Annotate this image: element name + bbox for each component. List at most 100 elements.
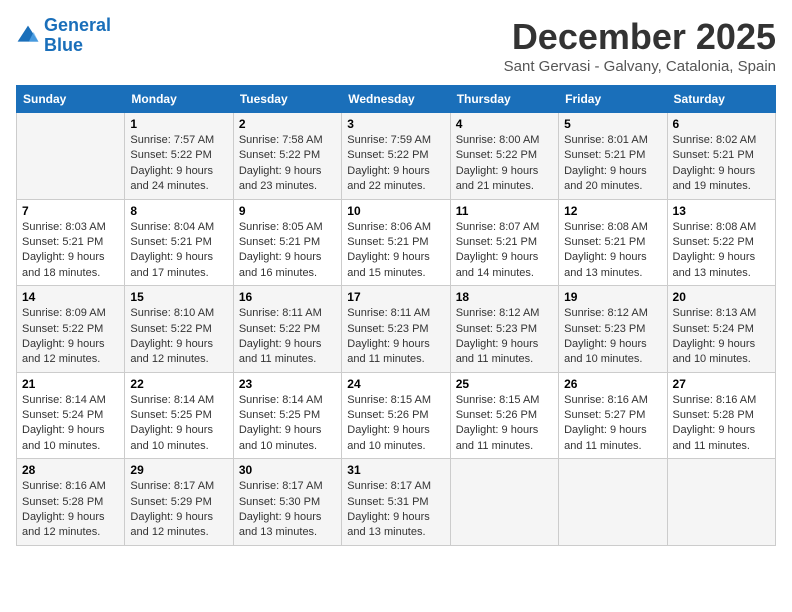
calendar-cell: 21Sunrise: 8:14 AM Sunset: 5:24 PM Dayli… (17, 372, 125, 459)
calendar-cell: 5Sunrise: 8:01 AM Sunset: 5:21 PM Daylig… (559, 113, 667, 200)
calendar-cell: 28Sunrise: 8:16 AM Sunset: 5:28 PM Dayli… (17, 459, 125, 546)
calendar-cell: 27 Sunrise: 8:16 AM Sunset: 5:28 PM Dayli… (667, 372, 775, 459)
day-info: Sunrise: 8:12 AM Sunset: 5:23 PM Dayligh… (564, 306, 661, 368)
calendar-cell: 29 Sunrise: 8:17 AM Sunset: 5:29 PM Dayli… (125, 459, 233, 546)
day-info: Sunrise: 8:17 AM Sunset: 5:30 PM Dayligh… (239, 479, 336, 541)
calendar-header-row: SundayMondayTuesdayWednesdayThursdayFrid… (17, 86, 776, 113)
calendar-cell (17, 113, 125, 200)
day-number: 19 (564, 290, 661, 304)
header: General Blue December 2025 Sant Gervasi … (16, 16, 776, 75)
day-info: Sunrise: 8:05 AM Sunset: 5:21 PM Dayligh… (239, 220, 336, 282)
day-info: Sunrise: 8:11 AM Sunset: 5:23 PM Dayligh… (347, 306, 444, 368)
day-info: Sunrise: 8:11 AM Sunset: 5:22 PM Dayligh… (239, 306, 336, 368)
day-info: Sunrise: 7:57 AM Sunset: 5:22 PM Dayligh… (130, 133, 227, 195)
column-header-monday: Monday (125, 86, 233, 113)
logo: General Blue (16, 16, 111, 56)
calendar-cell: 2 Sunrise: 7:58 AM Sunset: 5:22 PM Daylig… (233, 113, 341, 200)
calendar-cell: 8 Sunrise: 8:04 AM Sunset: 5:21 PM Daylig… (125, 199, 233, 286)
calendar-cell: 13Sunrise: 8:08 AM Sunset: 5:22 PM Dayli… (667, 199, 775, 286)
day-number: 2 (239, 117, 336, 131)
day-number: 24 (347, 377, 444, 391)
day-info: Sunrise: 8:15 AM Sunset: 5:26 PM Dayligh… (347, 393, 444, 455)
day-number: 1 (130, 117, 227, 131)
calendar-week-5: 28Sunrise: 8:16 AM Sunset: 5:28 PM Dayli… (17, 459, 776, 546)
day-info: Sunrise: 8:14 AM Sunset: 5:25 PM Dayligh… (239, 393, 336, 455)
month-title: December 2025 (504, 16, 776, 58)
day-info: Sunrise: 8:17 AM Sunset: 5:29 PM Dayligh… (130, 479, 227, 541)
day-info: Sunrise: 8:03 AM Sunset: 5:21 PM Dayligh… (22, 220, 119, 282)
day-number: 17 (347, 290, 444, 304)
day-number: 9 (239, 204, 336, 218)
day-number: 15 (130, 290, 227, 304)
column-header-friday: Friday (559, 86, 667, 113)
day-info: Sunrise: 8:08 AM Sunset: 5:21 PM Dayligh… (564, 220, 661, 282)
calendar-cell: 4 Sunrise: 8:00 AM Sunset: 5:22 PM Daylig… (450, 113, 558, 200)
day-number: 22 (130, 377, 227, 391)
calendar-week-4: 21Sunrise: 8:14 AM Sunset: 5:24 PM Dayli… (17, 372, 776, 459)
day-number: 12 (564, 204, 661, 218)
calendar-cell: 15 Sunrise: 8:10 AM Sunset: 5:22 PM Dayli… (125, 286, 233, 373)
day-info: Sunrise: 8:00 AM Sunset: 5:22 PM Dayligh… (456, 133, 553, 195)
calendar-cell: 22 Sunrise: 8:14 AM Sunset: 5:25 PM Dayli… (125, 372, 233, 459)
calendar-cell: 9 Sunrise: 8:05 AM Sunset: 5:21 PM Daylig… (233, 199, 341, 286)
calendar-cell (450, 459, 558, 546)
calendar-cell: 23Sunrise: 8:14 AM Sunset: 5:25 PM Dayli… (233, 372, 341, 459)
day-number: 20 (673, 290, 770, 304)
calendar-cell: 6 Sunrise: 8:02 AM Sunset: 5:21 PM Daylig… (667, 113, 775, 200)
calendar-cell: 3Sunrise: 7:59 AM Sunset: 5:22 PM Daylig… (342, 113, 450, 200)
logo-line1: General (44, 15, 111, 35)
column-header-tuesday: Tuesday (233, 86, 341, 113)
calendar-cell: 1 Sunrise: 7:57 AM Sunset: 5:22 PM Daylig… (125, 113, 233, 200)
day-info: Sunrise: 8:16 AM Sunset: 5:27 PM Dayligh… (564, 393, 661, 455)
day-info: Sunrise: 8:10 AM Sunset: 5:22 PM Dayligh… (130, 306, 227, 368)
day-number: 10 (347, 204, 444, 218)
calendar-week-1: 1 Sunrise: 7:57 AM Sunset: 5:22 PM Daylig… (17, 113, 776, 200)
day-info: Sunrise: 8:16 AM Sunset: 5:28 PM Dayligh… (673, 393, 770, 455)
calendar-cell: 16 Sunrise: 8:11 AM Sunset: 5:22 PM Dayli… (233, 286, 341, 373)
title-area: December 2025 Sant Gervasi - Galvany, Ca… (504, 16, 776, 75)
calendar-cell: 14Sunrise: 8:09 AM Sunset: 5:22 PM Dayli… (17, 286, 125, 373)
day-number: 16 (239, 290, 336, 304)
calendar-cell: 24 Sunrise: 8:15 AM Sunset: 5:26 PM Dayli… (342, 372, 450, 459)
day-number: 7 (22, 204, 119, 218)
day-number: 6 (673, 117, 770, 131)
day-info: Sunrise: 8:02 AM Sunset: 5:21 PM Dayligh… (673, 133, 770, 195)
day-info: Sunrise: 8:17 AM Sunset: 5:31 PM Dayligh… (347, 479, 444, 541)
day-number: 18 (456, 290, 553, 304)
calendar-cell: 7 Sunrise: 8:03 AM Sunset: 5:21 PM Daylig… (17, 199, 125, 286)
day-number: 25 (456, 377, 553, 391)
calendar-cell: 26Sunrise: 8:16 AM Sunset: 5:27 PM Dayli… (559, 372, 667, 459)
calendar-week-3: 14Sunrise: 8:09 AM Sunset: 5:22 PM Dayli… (17, 286, 776, 373)
day-number: 27 (673, 377, 770, 391)
day-info: Sunrise: 8:08 AM Sunset: 5:22 PM Dayligh… (673, 220, 770, 282)
day-info: Sunrise: 8:06 AM Sunset: 5:21 PM Dayligh… (347, 220, 444, 282)
day-number: 4 (456, 117, 553, 131)
column-header-wednesday: Wednesday (342, 86, 450, 113)
calendar-cell (559, 459, 667, 546)
calendar-cell: 31Sunrise: 8:17 AM Sunset: 5:31 PM Dayli… (342, 459, 450, 546)
day-info: Sunrise: 8:04 AM Sunset: 5:21 PM Dayligh… (130, 220, 227, 282)
day-number: 21 (22, 377, 119, 391)
calendar-cell: 30 Sunrise: 8:17 AM Sunset: 5:30 PM Dayli… (233, 459, 341, 546)
calendar-table: SundayMondayTuesdayWednesdayThursdayFrid… (16, 85, 776, 546)
calendar-cell: 25 Sunrise: 8:15 AM Sunset: 5:26 PM Dayli… (450, 372, 558, 459)
day-number: 28 (22, 463, 119, 477)
day-number: 8 (130, 204, 227, 218)
calendar-cell: 10 Sunrise: 8:06 AM Sunset: 5:21 PM Dayli… (342, 199, 450, 286)
calendar-cell: 20Sunrise: 8:13 AM Sunset: 5:24 PM Dayli… (667, 286, 775, 373)
day-number: 29 (130, 463, 227, 477)
calendar-cell: 18Sunrise: 8:12 AM Sunset: 5:23 PM Dayli… (450, 286, 558, 373)
day-number: 11 (456, 204, 553, 218)
day-number: 30 (239, 463, 336, 477)
day-info: Sunrise: 7:58 AM Sunset: 5:22 PM Dayligh… (239, 133, 336, 195)
day-info: Sunrise: 8:15 AM Sunset: 5:26 PM Dayligh… (456, 393, 553, 455)
day-info: Sunrise: 8:14 AM Sunset: 5:25 PM Dayligh… (130, 393, 227, 455)
calendar-week-2: 7 Sunrise: 8:03 AM Sunset: 5:21 PM Daylig… (17, 199, 776, 286)
day-info: Sunrise: 7:59 AM Sunset: 5:22 PM Dayligh… (347, 133, 444, 195)
calendar-cell: 12 Sunrise: 8:08 AM Sunset: 5:21 PM Dayli… (559, 199, 667, 286)
column-header-sunday: Sunday (17, 86, 125, 113)
calendar-cell: 19 Sunrise: 8:12 AM Sunset: 5:23 PM Dayli… (559, 286, 667, 373)
subtitle: Sant Gervasi - Galvany, Catalonia, Spain (504, 58, 776, 75)
day-number: 14 (22, 290, 119, 304)
column-header-thursday: Thursday (450, 86, 558, 113)
